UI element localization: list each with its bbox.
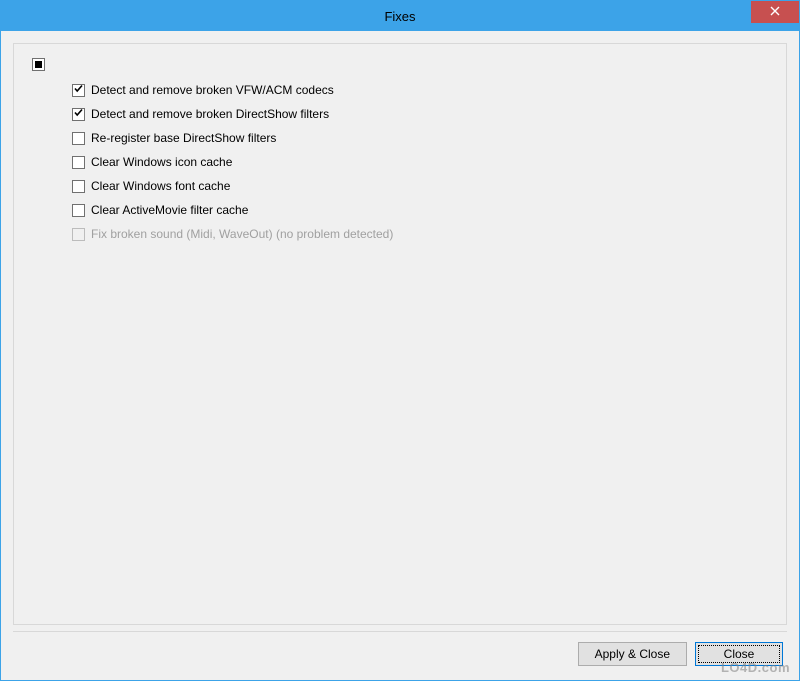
checkbox-label: Fix broken sound (Midi, WaveOut) (no pro…: [91, 227, 393, 241]
indeterminate-icon: [35, 61, 42, 68]
checkbox-label[interactable]: Re-register base DirectShow filters: [91, 131, 276, 145]
apply-close-button[interactable]: Apply & Close: [578, 642, 687, 666]
checkbox-row: Clear Windows font cache: [72, 177, 770, 195]
separator: [13, 631, 787, 632]
checkbox-row: Detect and remove broken DirectShow filt…: [72, 105, 770, 123]
checkbox-label[interactable]: Clear Windows font cache: [91, 179, 230, 193]
checkbox-1[interactable]: [72, 108, 85, 121]
titlebar[interactable]: Fixes: [1, 1, 799, 31]
checkbox-row: Detect and remove broken VFW/ACM codecs: [72, 81, 770, 99]
checkbox-label[interactable]: Detect and remove broken DirectShow filt…: [91, 107, 329, 121]
checkbox-label[interactable]: Detect and remove broken VFW/ACM codecs: [91, 83, 334, 97]
window-close-button[interactable]: [751, 1, 799, 23]
checkbox-4[interactable]: [72, 180, 85, 193]
checkbox-row: Clear Windows icon cache: [72, 153, 770, 171]
checkbox-0[interactable]: [72, 84, 85, 97]
checkbox-label[interactable]: Clear ActiveMovie filter cache: [91, 203, 248, 217]
checkbox-row: Re-register base DirectShow filters: [72, 129, 770, 147]
checkbox-3[interactable]: [72, 156, 85, 169]
checkmark-icon: [73, 107, 84, 121]
window-title: Fixes: [384, 9, 415, 24]
checkbox-5[interactable]: [72, 204, 85, 217]
options-panel: Detect and remove broken VFW/ACM codecs D…: [13, 43, 787, 625]
content-area: Detect and remove broken VFW/ACM codecs D…: [1, 31, 799, 680]
select-all-checkbox[interactable]: [32, 58, 45, 71]
checkbox-list: Detect and remove broken VFW/ACM codecs D…: [30, 81, 770, 243]
checkmark-icon: [73, 83, 84, 97]
select-all-row: [32, 58, 770, 71]
close-button[interactable]: Close: [695, 642, 783, 666]
checkbox-row: Clear ActiveMovie filter cache: [72, 201, 770, 219]
checkbox-6: [72, 228, 85, 241]
close-icon: [770, 5, 780, 19]
checkbox-2[interactable]: [72, 132, 85, 145]
checkbox-label[interactable]: Clear Windows icon cache: [91, 155, 232, 169]
checkbox-row: Fix broken sound (Midi, WaveOut) (no pro…: [72, 225, 770, 243]
window-frame: Fixes Detect and remove broken VFW/ACM c…: [0, 0, 800, 681]
button-row: Apply & Close Close: [13, 642, 787, 668]
